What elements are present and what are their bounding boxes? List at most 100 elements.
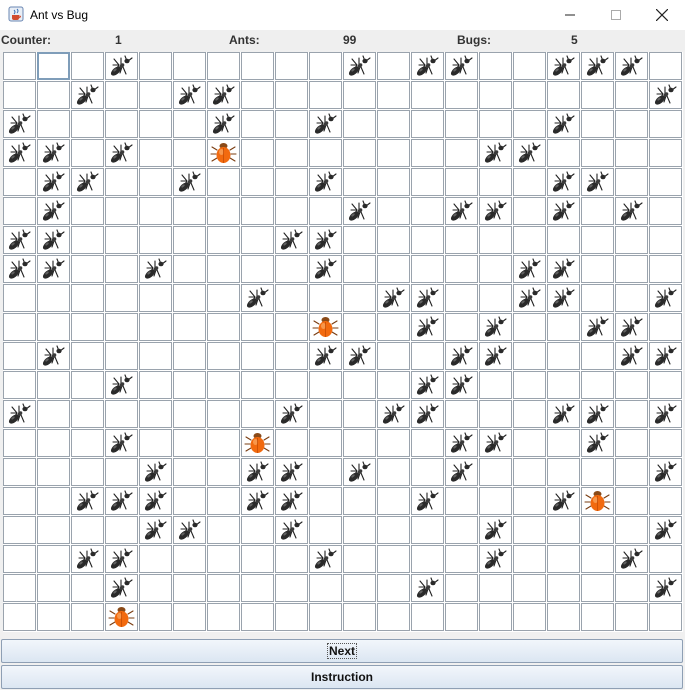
grid-cell[interactable]	[275, 313, 308, 341]
grid-cell[interactable]	[173, 371, 206, 399]
maximize-button[interactable]	[593, 0, 639, 30]
grid-cell[interactable]	[71, 139, 104, 167]
grid-cell[interactable]	[513, 255, 546, 283]
grid-cell[interactable]	[309, 255, 342, 283]
grid-cell[interactable]	[377, 342, 410, 370]
grid-cell[interactable]	[615, 313, 648, 341]
grid-cell[interactable]	[139, 429, 172, 457]
grid-cell[interactable]	[615, 226, 648, 254]
grid-cell[interactable]	[241, 52, 274, 80]
grid-cell[interactable]	[275, 342, 308, 370]
grid-cell[interactable]	[309, 226, 342, 254]
grid-cell[interactable]	[275, 516, 308, 544]
grid-cell[interactable]	[105, 110, 138, 138]
grid-cell[interactable]	[207, 139, 240, 167]
grid-cell[interactable]	[343, 52, 376, 80]
grid-cell[interactable]	[411, 400, 444, 428]
grid-cell[interactable]	[445, 255, 478, 283]
grid-cell[interactable]	[581, 52, 614, 80]
grid-cell[interactable]	[547, 226, 580, 254]
grid-cell[interactable]	[173, 52, 206, 80]
grid-cell[interactable]	[513, 458, 546, 486]
grid-cell[interactable]	[105, 255, 138, 283]
grid-cell[interactable]	[207, 603, 240, 631]
grid-cell[interactable]	[3, 487, 36, 515]
grid-cell[interactable]	[377, 52, 410, 80]
grid-cell[interactable]	[343, 226, 376, 254]
grid-cell[interactable]	[207, 313, 240, 341]
grid-cell[interactable]	[479, 139, 512, 167]
grid-cell[interactable]	[547, 400, 580, 428]
grid-cell[interactable]	[615, 110, 648, 138]
grid-cell[interactable]	[105, 574, 138, 602]
grid-cell[interactable]	[649, 197, 682, 225]
grid-cell[interactable]	[513, 81, 546, 109]
grid-cell[interactable]	[71, 197, 104, 225]
grid-cell[interactable]	[139, 52, 172, 80]
grid-cell[interactable]	[513, 110, 546, 138]
grid-cell[interactable]	[275, 110, 308, 138]
grid-cell[interactable]	[105, 81, 138, 109]
grid-cell[interactable]	[3, 458, 36, 486]
grid-cell[interactable]	[105, 487, 138, 515]
grid-cell[interactable]	[71, 458, 104, 486]
grid-cell[interactable]	[3, 110, 36, 138]
grid-cell[interactable]	[581, 400, 614, 428]
grid-cell[interactable]	[3, 371, 36, 399]
grid-cell[interactable]	[547, 371, 580, 399]
grid-cell[interactable]	[37, 400, 70, 428]
grid-cell[interactable]	[547, 313, 580, 341]
grid-cell[interactable]	[241, 545, 274, 573]
grid-cell[interactable]	[615, 400, 648, 428]
grid-cell[interactable]	[241, 603, 274, 631]
grid-cell[interactable]	[309, 81, 342, 109]
grid-cell[interactable]	[445, 516, 478, 544]
minimize-button[interactable]	[547, 0, 593, 30]
grid-cell[interactable]	[649, 574, 682, 602]
grid-cell[interactable]	[513, 429, 546, 457]
grid-cell[interactable]	[581, 545, 614, 573]
grid-cell[interactable]	[649, 371, 682, 399]
grid-cell[interactable]	[105, 516, 138, 544]
grid-cell[interactable]	[309, 516, 342, 544]
grid-cell[interactable]	[37, 458, 70, 486]
grid-cell[interactable]	[241, 313, 274, 341]
grid-cell[interactable]	[649, 255, 682, 283]
grid-cell[interactable]	[71, 342, 104, 370]
grid-cell[interactable]	[173, 255, 206, 283]
grid-cell[interactable]	[547, 168, 580, 196]
grid-cell[interactable]	[3, 516, 36, 544]
grid-cell[interactable]	[71, 574, 104, 602]
grid-cell[interactable]	[173, 110, 206, 138]
grid-cell[interactable]	[139, 342, 172, 370]
grid-cell[interactable]	[445, 458, 478, 486]
grid-cell[interactable]	[377, 168, 410, 196]
grid-cell[interactable]	[377, 139, 410, 167]
grid-cell[interactable]	[275, 255, 308, 283]
grid-cell[interactable]	[615, 197, 648, 225]
grid-cell[interactable]	[479, 255, 512, 283]
grid-cell[interactable]	[411, 226, 444, 254]
grid-cell[interactable]	[3, 168, 36, 196]
grid-cell[interactable]	[649, 545, 682, 573]
grid-cell[interactable]	[445, 52, 478, 80]
grid-cell[interactable]	[309, 487, 342, 515]
grid-cell[interactable]	[3, 52, 36, 80]
grid-cell[interactable]	[71, 371, 104, 399]
grid-cell[interactable]	[105, 400, 138, 428]
grid-cell[interactable]	[649, 429, 682, 457]
grid-cell[interactable]	[173, 197, 206, 225]
grid-cell[interactable]	[139, 168, 172, 196]
grid-cell[interactable]	[343, 313, 376, 341]
grid-cell[interactable]	[309, 429, 342, 457]
grid-cell[interactable]	[411, 342, 444, 370]
grid-cell[interactable]	[615, 574, 648, 602]
grid-cell[interactable]	[479, 487, 512, 515]
grid-cell[interactable]	[173, 487, 206, 515]
grid-cell[interactable]	[343, 139, 376, 167]
grid-cell[interactable]	[207, 574, 240, 602]
grid-cell[interactable]	[513, 574, 546, 602]
grid-cell[interactable]	[581, 226, 614, 254]
grid-cell[interactable]	[139, 603, 172, 631]
grid-cell[interactable]	[377, 603, 410, 631]
